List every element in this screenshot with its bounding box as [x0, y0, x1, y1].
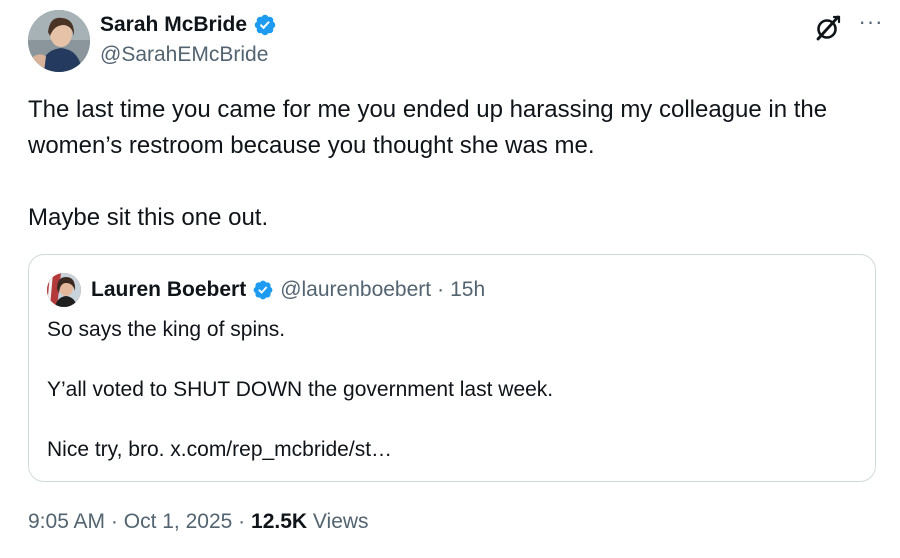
- tweet-detail: Sarah McBride @SarahEMcBride ··· The las…: [0, 0, 900, 558]
- tweet-date[interactable]: Oct 1, 2025: [124, 510, 233, 533]
- author-name-row: Sarah McBride: [100, 12, 277, 38]
- tweet-text: The last time you came for me you ended …: [28, 96, 828, 231]
- author-handle[interactable]: @SarahEMcBride: [100, 42, 268, 68]
- views-count[interactable]: 12.5K: [251, 510, 307, 533]
- tweet-time[interactable]: 9:05 AM: [28, 510, 105, 533]
- tweet-header: Sarah McBride @SarahEMcBride ···: [28, 10, 888, 72]
- grok-icon[interactable]: [814, 14, 842, 42]
- author-display-name[interactable]: Sarah McBride: [100, 12, 247, 38]
- quote-header: Lauren Boebert @laurenboebert · 15h: [47, 273, 485, 307]
- views-label: Views: [312, 510, 369, 533]
- verified-badge-icon: [253, 13, 277, 37]
- quote-author-name[interactable]: Lauren Boebert: [91, 277, 246, 303]
- quote-avatar[interactable]: [47, 273, 81, 307]
- verified-badge-icon: [252, 279, 274, 301]
- meta-separator: ·: [238, 510, 246, 533]
- quote-tweet-card[interactable]: Lauren Boebert @laurenboebert · 15h So s…: [28, 254, 876, 482]
- quote-timestamp[interactable]: 15h: [450, 277, 485, 303]
- avatar[interactable]: [28, 10, 90, 72]
- more-options-icon[interactable]: ···: [856, 11, 886, 36]
- meta-separator: ·: [110, 510, 118, 533]
- quote-separator: ·: [437, 278, 445, 301]
- quote-text: So says the king of spins. Y’all voted t…: [47, 318, 554, 461]
- tweet-meta: 9:05 AM · Oct 1, 2025 · 12.5K Views: [28, 508, 369, 536]
- quote-author-handle[interactable]: @laurenboebert: [280, 277, 431, 303]
